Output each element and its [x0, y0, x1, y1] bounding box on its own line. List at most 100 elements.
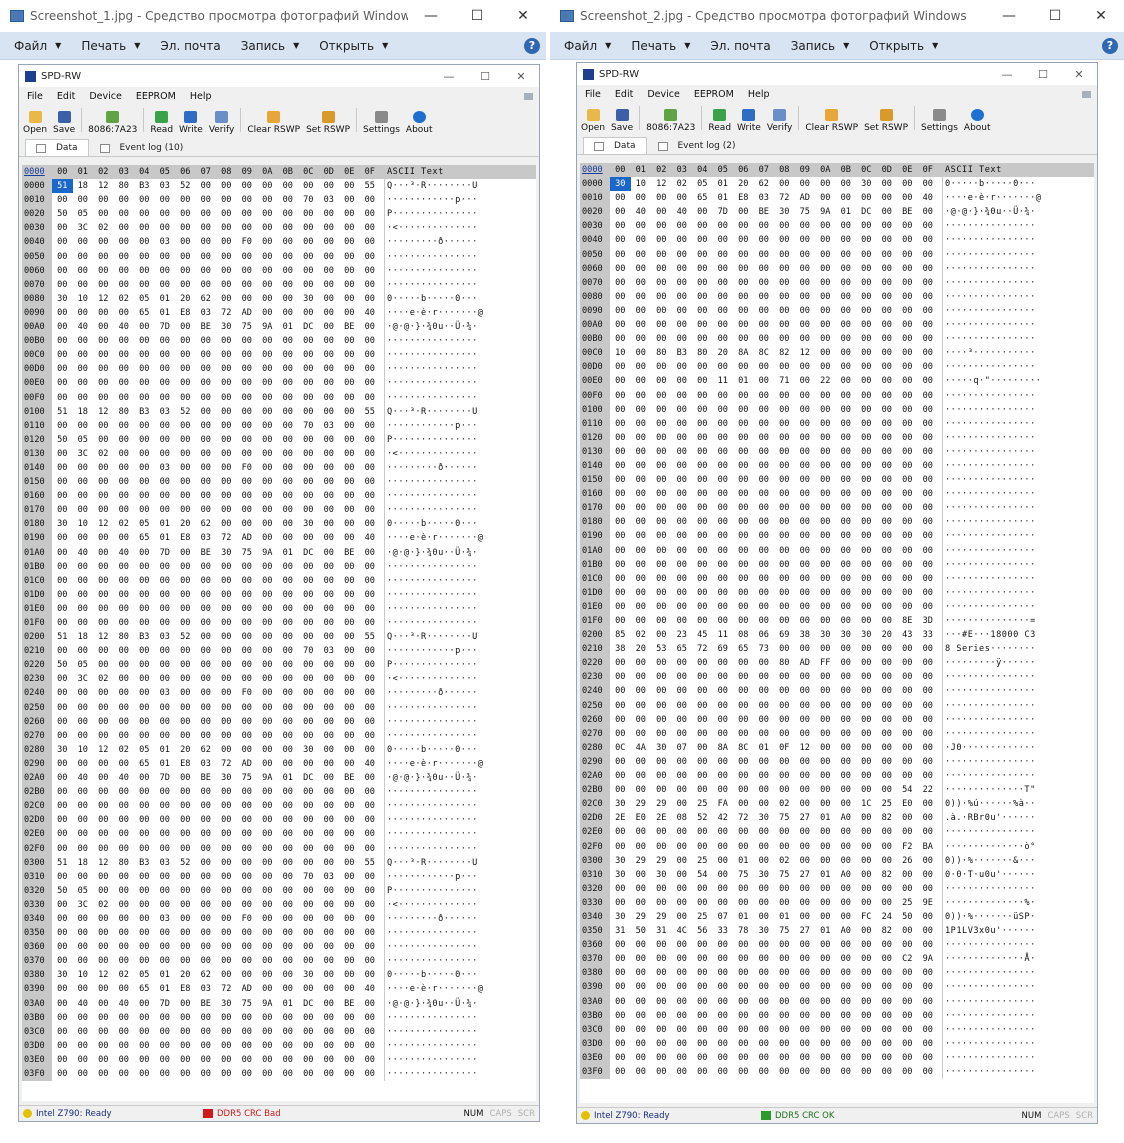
hex-byte[interactable]: 00	[733, 417, 754, 431]
hex-byte[interactable]: 00	[360, 827, 381, 841]
hex-byte[interactable]: 00	[319, 813, 340, 827]
hex-byte[interactable]: 00	[237, 489, 258, 503]
hex-byte[interactable]: 00	[897, 882, 918, 896]
hex-byte[interactable]: 00	[733, 445, 754, 459]
hex-byte[interactable]: 00	[672, 473, 693, 487]
hex-byte[interactable]: 00	[754, 769, 775, 783]
hex-byte[interactable]: 00	[114, 827, 135, 841]
hex-byte[interactable]: 00	[196, 602, 217, 616]
hex-byte[interactable]: 00	[651, 360, 672, 374]
hex-byte[interactable]: 00	[360, 870, 381, 884]
hex-byte[interactable]: 00	[815, 670, 836, 684]
hex-byte[interactable]: 00	[877, 177, 898, 191]
hex-byte[interactable]: 30	[298, 743, 319, 757]
hex-byte[interactable]: 00	[610, 614, 631, 628]
hex-byte[interactable]: 00	[298, 531, 319, 545]
hex-byte[interactable]: 00	[237, 827, 258, 841]
hex-byte[interactable]: 00	[257, 968, 278, 982]
hex-byte[interactable]: 00	[856, 727, 877, 741]
hex-byte[interactable]: 00	[175, 912, 196, 926]
hex-byte[interactable]: 00	[339, 898, 360, 912]
hex-byte[interactable]: 00	[672, 445, 693, 459]
hex-byte[interactable]: 20	[175, 292, 196, 306]
hex-byte[interactable]: 00	[754, 360, 775, 374]
hex-byte[interactable]: 00	[216, 940, 237, 954]
hex-byte[interactable]: 00	[651, 558, 672, 572]
hex-byte[interactable]: 00	[257, 348, 278, 362]
hex-byte[interactable]: 00	[774, 614, 795, 628]
read-button[interactable]: Read	[150, 111, 173, 135]
hex-byte[interactable]: 00	[631, 417, 652, 431]
hex-byte[interactable]: 00	[918, 459, 939, 473]
hex-byte[interactable]: 03	[196, 982, 217, 996]
hex-byte[interactable]: 00	[175, 715, 196, 729]
hex-byte[interactable]: 30	[52, 968, 73, 982]
hex-byte[interactable]: 00	[360, 475, 381, 489]
hex-byte[interactable]: 55	[360, 856, 381, 870]
hex-byte[interactable]: 00	[237, 391, 258, 405]
hex-byte[interactable]: 00	[237, 475, 258, 489]
hex-byte[interactable]: 00	[216, 1053, 237, 1067]
hex-byte[interactable]: 00	[836, 614, 857, 628]
hex-byte[interactable]: 00	[651, 191, 672, 205]
hex-byte[interactable]: 00	[815, 417, 836, 431]
hex-byte[interactable]: 00	[360, 1039, 381, 1053]
hex-byte[interactable]: 00	[339, 560, 360, 574]
hex-byte[interactable]: 01	[754, 741, 775, 755]
hex-byte[interactable]: 00	[918, 882, 939, 896]
hex-byte[interactable]: 00	[216, 912, 237, 926]
hex-byte[interactable]: 00	[339, 658, 360, 672]
hex-byte[interactable]: 00	[672, 854, 693, 868]
hex-byte[interactable]: 00	[216, 348, 237, 362]
hex-byte[interactable]: 12	[93, 968, 114, 982]
hex-byte[interactable]: 00	[134, 715, 155, 729]
hex-byte[interactable]: 00	[298, 503, 319, 517]
hex-byte[interactable]: 00	[610, 389, 631, 403]
hex-byte[interactable]: 51	[52, 630, 73, 644]
hex-byte[interactable]: 00	[257, 574, 278, 588]
hex-byte[interactable]: 00	[278, 616, 299, 630]
hex-byte[interactable]: 00	[319, 475, 340, 489]
hex-byte[interactable]: 00	[93, 813, 114, 827]
hex-byte[interactable]: 00	[918, 797, 939, 811]
verify-button[interactable]: Verify	[767, 109, 792, 133]
hex-byte[interactable]: 00	[339, 292, 360, 306]
hex-byte[interactable]: 00	[610, 713, 631, 727]
hex-byte[interactable]: 00	[774, 487, 795, 501]
hex-byte[interactable]: 00	[733, 684, 754, 698]
hex-byte[interactable]: 00	[175, 842, 196, 856]
hex-byte[interactable]: 00	[733, 219, 754, 233]
hex-byte[interactable]: 00	[257, 391, 278, 405]
hex-byte[interactable]: 00	[278, 531, 299, 545]
hex-byte[interactable]: 01	[815, 868, 836, 882]
hex-byte[interactable]: 00	[175, 264, 196, 278]
hex-byte[interactable]: 00	[155, 870, 176, 884]
hex-byte[interactable]: 72	[216, 531, 237, 545]
hex-byte[interactable]: 00	[754, 882, 775, 896]
hex-byte[interactable]: 00	[774, 783, 795, 797]
hex-byte[interactable]: 00	[713, 318, 734, 332]
hex-byte[interactable]: 00	[836, 529, 857, 543]
hex-byte[interactable]: 00	[856, 360, 877, 374]
hex-byte[interactable]: 00	[631, 699, 652, 713]
hex-byte[interactable]: 75	[237, 546, 258, 560]
hex-byte[interactable]: 00	[733, 205, 754, 219]
hex-byte[interactable]: 00	[196, 362, 217, 376]
hex-byte[interactable]: 00	[93, 827, 114, 841]
hex-byte[interactable]: 00	[672, 558, 693, 572]
hex-byte[interactable]: 00	[713, 783, 734, 797]
hex-byte[interactable]: 00	[278, 1067, 299, 1081]
hex-byte[interactable]: 00	[877, 248, 898, 262]
hex-byte[interactable]: 40	[360, 982, 381, 996]
hex-byte[interactable]: 9A	[257, 771, 278, 785]
hex-byte[interactable]: 00	[815, 558, 836, 572]
hex-byte[interactable]: 00	[134, 235, 155, 249]
hex-byte[interactable]: 4A	[631, 741, 652, 755]
hex-byte[interactable]: 12	[651, 177, 672, 191]
hex-byte[interactable]: 00	[672, 769, 693, 783]
hex-byte[interactable]: 80	[114, 405, 135, 419]
hex-byte[interactable]: 00	[93, 715, 114, 729]
hex-byte[interactable]: 00	[610, 431, 631, 445]
hex-byte[interactable]: 00	[672, 403, 693, 417]
hex-byte[interactable]: 00	[672, 1037, 693, 1051]
